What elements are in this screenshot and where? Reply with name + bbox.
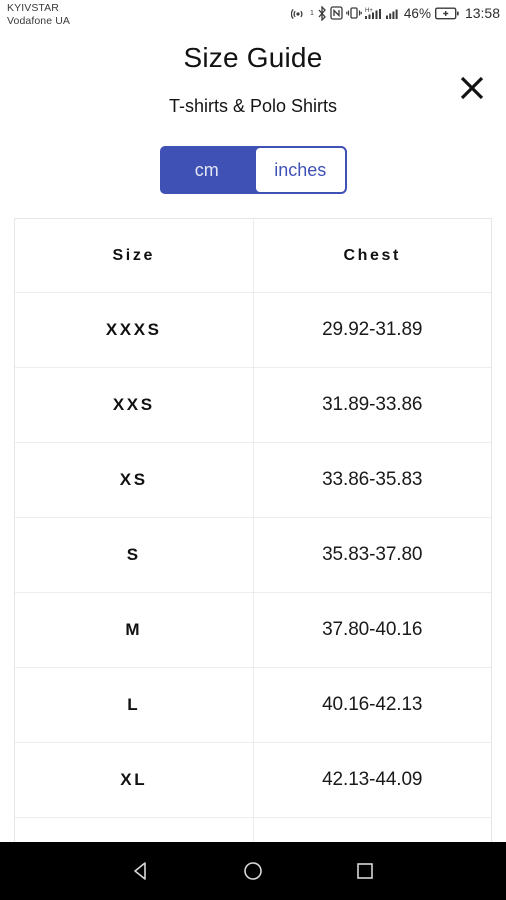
nfc-icon bbox=[330, 6, 343, 20]
back-icon bbox=[130, 860, 152, 882]
hotspot-superscript: 1 bbox=[310, 9, 314, 17]
unit-option-inches[interactable]: inches bbox=[253, 146, 347, 194]
cell-chest bbox=[254, 818, 492, 843]
hotspot-icon bbox=[291, 6, 307, 20]
cell-chest: 37.80-40.16 bbox=[322, 619, 423, 640]
cell-size: S bbox=[15, 518, 254, 592]
table-row: XL 42.13-44.09 bbox=[15, 743, 491, 818]
cell-chest: 35.83-37.80 bbox=[322, 544, 423, 565]
cell-size: XXXS bbox=[15, 293, 254, 367]
unit-toggle-wrapper: cm inches bbox=[0, 146, 506, 194]
page-title: Size Guide bbox=[183, 42, 323, 73]
nav-back-button[interactable] bbox=[85, 842, 197, 900]
unit-option-cm[interactable]: cm bbox=[160, 146, 254, 194]
android-nav-bar bbox=[0, 842, 506, 900]
carrier-secondary: Vodafone UA bbox=[7, 15, 70, 27]
hplus-signal-icon: H+ bbox=[364, 6, 383, 20]
cell-size: L bbox=[15, 668, 254, 742]
page-subtitle: T-shirts & Polo Shirts bbox=[168, 96, 338, 116]
battery-icon bbox=[434, 7, 459, 20]
status-clock: 13:58 bbox=[464, 5, 500, 21]
vibrate-icon bbox=[346, 6, 362, 20]
cell-chest: 42.13-44.09 bbox=[322, 769, 423, 790]
column-header-size: Size bbox=[15, 219, 254, 292]
table-row: XXS 31.89-33.86 bbox=[15, 368, 491, 443]
home-icon bbox=[242, 860, 264, 882]
cell-size: XL bbox=[15, 743, 254, 817]
battery-percent: 46% bbox=[403, 5, 431, 21]
table-row: S 35.83-37.80 bbox=[15, 518, 491, 593]
nav-home-button[interactable] bbox=[197, 842, 309, 900]
table-row: XXXS 29.92-31.89 bbox=[15, 293, 491, 368]
unit-toggle[interactable]: cm inches bbox=[160, 146, 347, 194]
table-row: L 40.16-42.13 bbox=[15, 668, 491, 743]
cell-chest: 29.92-31.89 bbox=[322, 319, 423, 340]
status-icons: 1 H+ 46% 13:58 bbox=[291, 2, 500, 22]
nav-recents-button[interactable] bbox=[309, 842, 421, 900]
carrier-primary: KYIVSTAR bbox=[7, 2, 59, 14]
size-table: Size Chest XXXS 29.92-31.89 XXS 31.89-33… bbox=[14, 218, 492, 843]
table-row-partial bbox=[15, 818, 491, 843]
column-header-chest: Chest bbox=[343, 246, 401, 264]
cell-size bbox=[15, 818, 254, 843]
cell-size: M bbox=[15, 593, 254, 667]
cell-size: XS bbox=[15, 443, 254, 517]
phone-screen: KYIVSTAR Vodafone UA 1 H+ 46% 13:58 Size… bbox=[0, 0, 506, 900]
cell-chest: 31.89-33.86 bbox=[322, 394, 423, 415]
cell-chest: 33.86-35.83 bbox=[322, 469, 423, 490]
bluetooth-icon bbox=[317, 5, 327, 21]
signal-bars-icon bbox=[385, 6, 400, 20]
carrier-names: KYIVSTAR Vodafone UA bbox=[7, 2, 70, 28]
page-header: Size Guide T-shirts & Polo Shirts bbox=[0, 32, 506, 132]
cell-chest: 40.16-42.13 bbox=[322, 694, 423, 715]
table-row: XS 33.86-35.83 bbox=[15, 443, 491, 518]
table-row: M 37.80-40.16 bbox=[15, 593, 491, 668]
table-header-row: Size Chest bbox=[15, 219, 491, 293]
cell-size: XXS bbox=[15, 368, 254, 442]
status-bar: KYIVSTAR Vodafone UA 1 H+ 46% 13:58 bbox=[0, 0, 506, 32]
recents-icon bbox=[355, 861, 375, 881]
